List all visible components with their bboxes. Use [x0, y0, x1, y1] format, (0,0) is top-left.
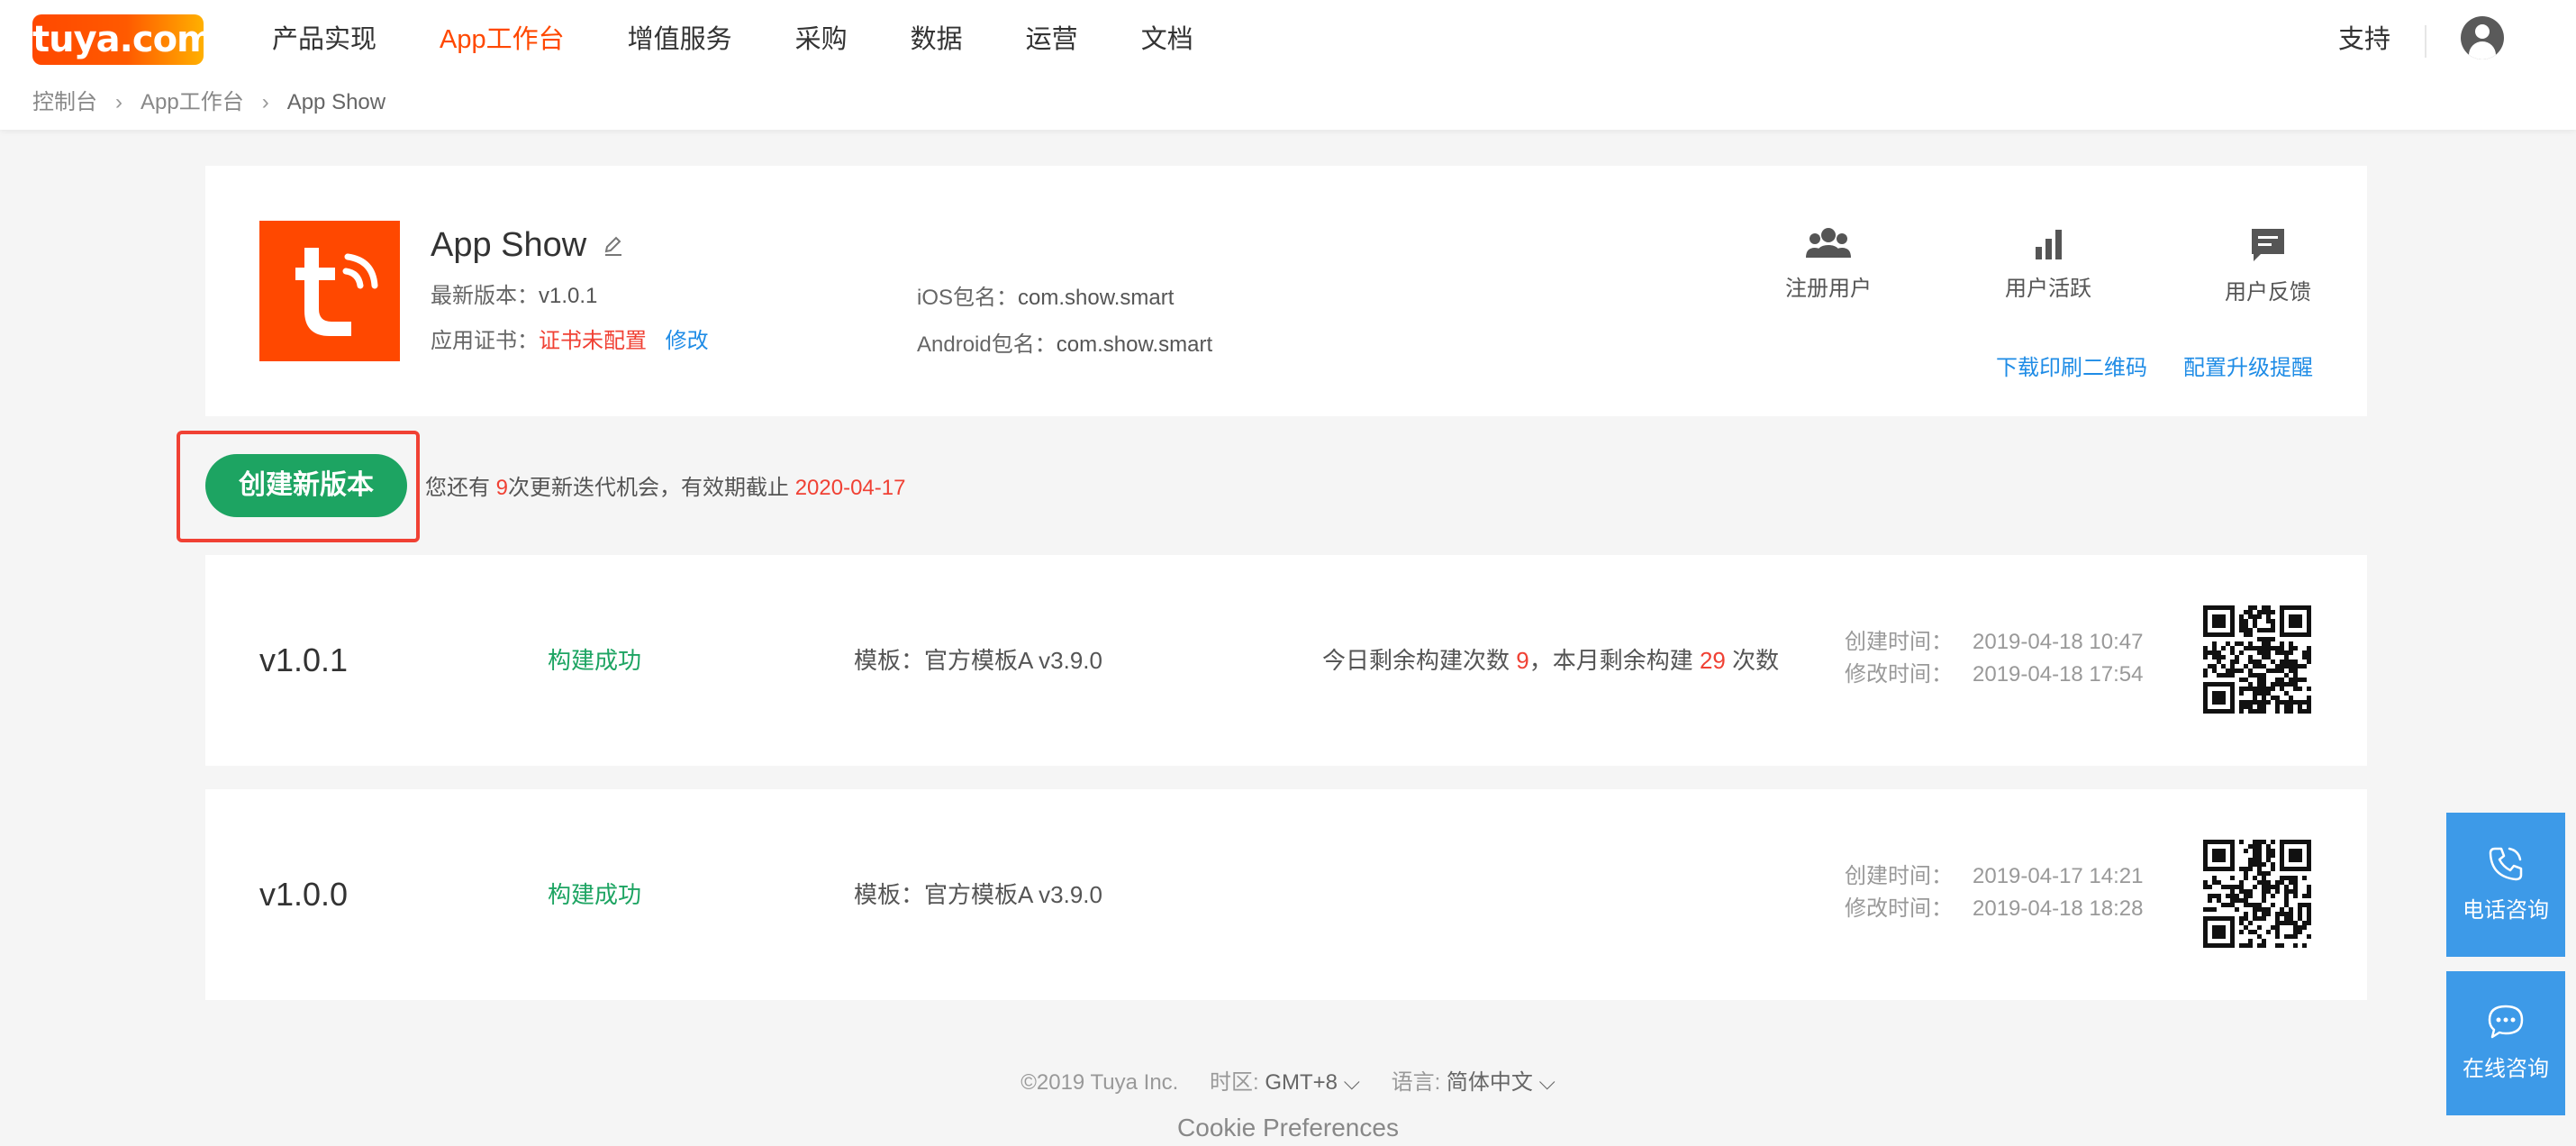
chevron-down-icon: ⌵ — [1538, 1070, 1556, 1095]
version-row[interactable]: v1.0.1 构建成功 模板：官方模板A v3.9.0 今日剩余构建次数 9，本… — [205, 555, 2367, 766]
android-bundle-row: Android包名：com.show.smart — [917, 330, 1212, 360]
certificate-row: 应用证书：证书未配置 修改 — [431, 326, 709, 357]
active-users-stat[interactable]: 用户活跃 — [1985, 225, 2111, 305]
main-nav: 产品实现 App工作台 增值服务 采购 数据 运营 文档 — [272, 20, 1256, 59]
upgrade-reminder-link[interactable]: 配置升级提醒 — [2183, 353, 2313, 384]
timezone-select[interactable]: GMT+8 ⌵ — [1265, 1070, 1360, 1095]
nav-item-app-workbench[interactable]: App工作台 — [440, 20, 565, 59]
remaining-count: 9 — [495, 476, 509, 500]
chat-icon — [2488, 1005, 2524, 1039]
tuya-logo[interactable]: tuya.com — [32, 14, 214, 65]
ios-bundle-value: com.show.smart — [1018, 286, 1175, 310]
nav-item-operation[interactable]: 运营 — [1026, 20, 1078, 59]
quota-suffix: 次数 — [1725, 647, 1780, 674]
modified-time: 修改时间： 2019-04-18 17:54 — [1845, 659, 2144, 690]
modified-value: 2019-04-18 17:54 — [1973, 662, 2144, 687]
users-icon — [1806, 228, 1851, 258]
month-remaining: 29 — [1699, 647, 1726, 674]
app-name: App Show — [431, 226, 587, 264]
feedback-label: 用户反馈 — [2225, 280, 2311, 305]
active-users-label: 用户活跃 — [2005, 277, 2091, 301]
header-divider — [2425, 25, 2426, 58]
certificate-status: 证书未配置 — [539, 329, 647, 353]
top-header: tuya.com 产品实现 App工作台 增值服务 采购 数据 运营 文档 支持… — [0, 0, 2576, 130]
template-info: 模板：官方模板A v3.9.0 — [854, 647, 1102, 674]
language-value: 简体中文 — [1446, 1070, 1533, 1095]
language-label: 语言: — [1391, 1070, 1441, 1095]
build-quota: 今日剩余构建次数 9，本月剩余构建 29 次数 — [1322, 643, 1779, 678]
version-row[interactable]: v1.0.0 构建成功 模板：官方模板A v3.9.0 创建时间： 2019-04… — [205, 789, 2367, 1000]
registered-users-stat[interactable]: 注册用户 — [1765, 225, 1891, 305]
create-hint: 您还有 9次更新迭代机会，有效期截止 2020-04-17 — [425, 472, 905, 505]
registered-users-label: 注册用户 — [1785, 277, 1872, 301]
version-number: v1.0.1 — [259, 641, 349, 678]
breadcrumb-app-workbench[interactable]: App工作台 — [141, 86, 244, 119]
build-status: 构建成功 — [548, 647, 642, 674]
nav-item-purchase[interactable]: 采购 — [795, 20, 848, 59]
create-new-version-button[interactable]: 创建新版本 — [205, 454, 407, 517]
phone-consult-label: 电话咨询 — [2463, 898, 2549, 923]
ios-bundle-label: iOS包名： — [917, 286, 1019, 310]
hint-prefix: 您还有 — [425, 476, 496, 500]
online-chat-button[interactable]: 在线咨询 — [2446, 971, 2565, 1115]
template-info: 模板：官方模板A v3.9.0 — [854, 881, 1102, 908]
quota-prefix: 今日剩余构建次数 — [1322, 647, 1517, 674]
copyright: ©2019 Tuya Inc. — [1020, 1070, 1179, 1095]
breadcrumb-current: App Show — [286, 90, 386, 114]
chevron-down-icon: ⌵ — [1343, 1070, 1360, 1095]
edit-icon[interactable] — [602, 234, 625, 258]
online-chat-label: 在线咨询 — [2463, 1057, 2549, 1081]
created-label: 创建时间： — [1845, 630, 1953, 654]
android-bundle-label: Android包名： — [917, 332, 1057, 357]
timezone-label: 时区: — [1210, 1070, 1259, 1095]
phone-icon — [2489, 847, 2523, 881]
certificate-modify-link[interactable]: 修改 — [666, 329, 709, 353]
nav-item-value-added[interactable]: 增值服务 — [628, 20, 732, 59]
qr-code-icon[interactable] — [2203, 605, 2311, 714]
phone-consult-button[interactable]: 电话咨询 — [2446, 813, 2565, 957]
message-icon — [2252, 229, 2284, 261]
cookie-preferences-link[interactable]: Cookie Preferences — [0, 1110, 2576, 1146]
app-info-card: App Show 最新版本：v1.0.1 应用证书：证书未配置 修改 iOS包名… — [205, 166, 2367, 416]
breadcrumb: 控制台 › App工作台 › App Show — [32, 86, 385, 119]
timezone-value: GMT+8 — [1265, 1070, 1338, 1095]
today-remaining: 9 — [1516, 647, 1529, 674]
chevron-right-icon: › — [115, 90, 122, 114]
modified-value: 2019-04-18 18:28 — [1973, 896, 2144, 921]
download-qr-link[interactable]: 下载印刷二维码 — [1996, 353, 2147, 384]
nav-item-docs[interactable]: 文档 — [1141, 20, 1193, 59]
build-status: 构建成功 — [548, 881, 642, 908]
deadline-date: 2020-04-17 — [794, 476, 906, 500]
support-link[interactable]: 支持 — [2338, 20, 2390, 59]
latest-version-row: 最新版本：v1.0.1 — [431, 281, 597, 312]
hint-middle: 次更新迭代机会，有效期截止 — [508, 476, 795, 500]
nav-item-data[interactable]: 数据 — [911, 20, 963, 59]
version-number: v1.0.0 — [259, 876, 349, 913]
user-avatar-icon[interactable] — [2461, 16, 2504, 59]
created-value: 2019-04-17 14:21 — [1973, 864, 2144, 888]
quota-middle: ，本月剩余构建 — [1528, 647, 1700, 674]
android-bundle-value: com.show.smart — [1056, 332, 1213, 357]
created-time: 创建时间： 2019-04-17 14:21 — [1845, 861, 2144, 892]
app-icon — [259, 221, 400, 361]
qr-code-icon[interactable] — [2203, 840, 2311, 948]
latest-version-value: v1.0.1 — [539, 284, 598, 308]
modified-time: 修改时间： 2019-04-18 18:28 — [1845, 894, 2144, 924]
language-select[interactable]: 简体中文 ⌵ — [1447, 1070, 1556, 1095]
bar-chart-icon — [2036, 230, 2062, 259]
latest-version-label: 最新版本： — [431, 284, 539, 308]
created-label: 创建时间： — [1845, 864, 1953, 888]
created-value: 2019-04-18 10:47 — [1973, 630, 2144, 654]
certificate-label: 应用证书： — [431, 329, 539, 353]
created-time: 创建时间： 2019-04-18 10:47 — [1845, 627, 2144, 658]
feedback-stat[interactable]: 用户反馈 — [2205, 225, 2331, 308]
modified-label: 修改时间： — [1845, 662, 1953, 687]
breadcrumb-console[interactable]: 控制台 — [32, 86, 97, 119]
ios-bundle-row: iOS包名：com.show.smart — [917, 283, 1174, 314]
footer: ©2019 Tuya Inc. 时区: GMT+8 ⌵ 语言: 简体中文 ⌵ — [0, 1067, 2576, 1099]
modified-label: 修改时间： — [1845, 896, 1953, 921]
nav-item-product[interactable]: 产品实现 — [272, 20, 376, 59]
chevron-right-icon: › — [261, 90, 269, 114]
